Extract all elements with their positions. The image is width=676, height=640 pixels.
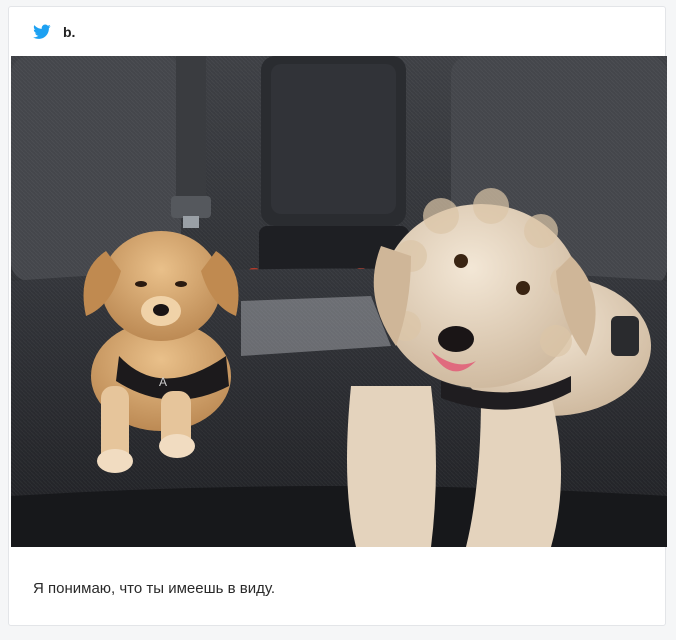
dogs-in-car-photo: A bbox=[11, 56, 667, 547]
twitter-bird-icon bbox=[33, 24, 51, 39]
tweet-caption: Я понимаю, что ты имеешь в виду. bbox=[33, 580, 276, 597]
tweet-photo[interactable]: A bbox=[11, 56, 667, 547]
svg-text:A: A bbox=[159, 375, 167, 389]
author-name[interactable]: b. bbox=[63, 23, 75, 41]
tweet-card: b. A Я понимаю, что ты имеешь в виду. bbox=[8, 6, 667, 626]
tweet-header: b. bbox=[9, 7, 665, 57]
